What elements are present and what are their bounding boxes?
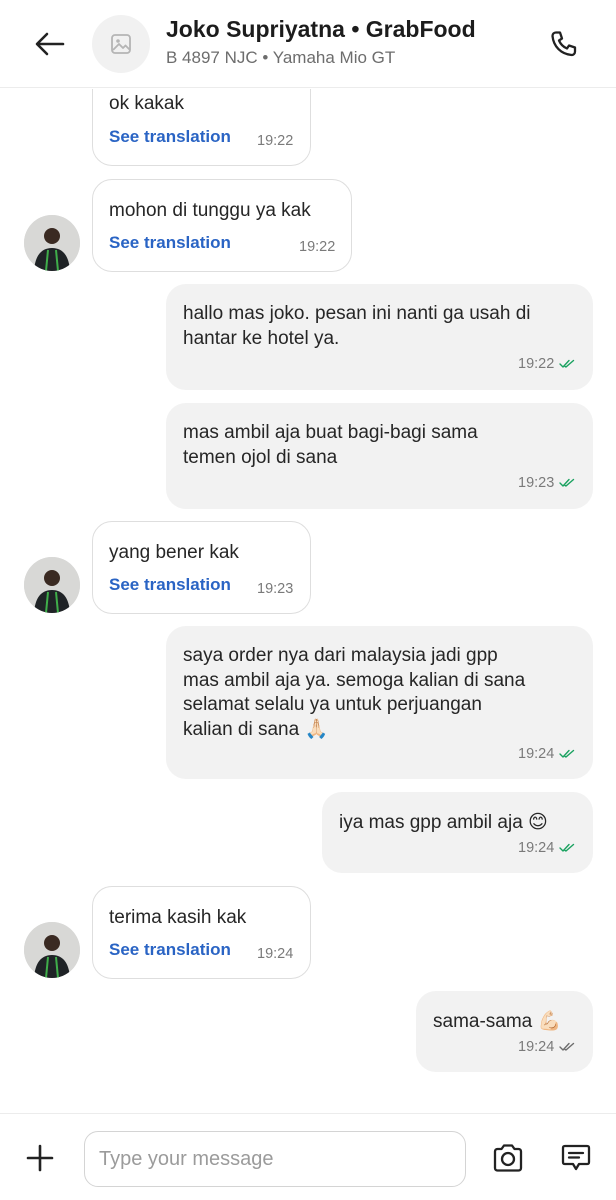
message-text-line: mas ambil aja ya. semoga kalian di sana [183, 670, 526, 691]
camera-icon [493, 1144, 523, 1172]
driver-avatar[interactable] [24, 215, 80, 271]
image-placeholder-icon [111, 34, 131, 54]
attach-button[interactable] [22, 1140, 58, 1176]
read-double-check-icon [559, 749, 575, 758]
message-time: 19:23 [257, 581, 294, 597]
message-text-line: saya order nya dari malaysia jadi gpp [183, 645, 498, 666]
message-text-line: mas ambil aja buat bagi-bagi sama [183, 422, 478, 443]
message-text: yang bener kak [109, 542, 239, 563]
message-time: 19:22 [257, 133, 294, 149]
message-input[interactable] [85, 1132, 465, 1186]
driver-photo-icon [24, 215, 80, 271]
message-text-line: hantar ke hotel ya. [183, 328, 340, 349]
message-text-line: kalian di sana 🙏🏻 [183, 719, 329, 740]
outgoing-message: sama-sama 💪🏻 19:24 [416, 991, 593, 1072]
incoming-message: ok kakak See translation 19:22 [92, 89, 311, 166]
quick-reply-button[interactable] [556, 1138, 596, 1178]
message-text: mohon di tunggu ya kak [109, 200, 311, 221]
call-button[interactable] [544, 24, 584, 64]
camera-button[interactable] [488, 1139, 528, 1177]
message-text-line: hallo mas joko. pesan ini nanti ga usah … [183, 303, 531, 324]
incoming-message: terima kasih kak See translation 19:24 [92, 886, 311, 979]
read-double-check-icon [559, 843, 575, 852]
incoming-message: yang bener kak See translation 19:23 [92, 521, 311, 614]
arrow-left-icon [35, 32, 65, 56]
message-text-line: selamat selalu ya untuk perjuangan [183, 694, 482, 715]
see-translation-link[interactable]: See translation [109, 127, 231, 147]
message-text: ok kakak [109, 93, 184, 114]
read-double-check-icon [559, 359, 575, 368]
see-translation-link[interactable]: See translation [109, 575, 231, 595]
driver-photo-icon [24, 922, 80, 978]
message-input-box[interactable] [84, 1131, 466, 1187]
see-translation-link[interactable]: See translation [109, 233, 231, 253]
message-composer [0, 1113, 616, 1200]
message-time: 19:22 [518, 356, 555, 372]
driver-avatar[interactable] [24, 557, 80, 613]
outgoing-message: mas ambil aja buat bagi-bagi sama temen … [166, 403, 593, 509]
message-time: 19:23 [518, 475, 555, 491]
contact-avatar[interactable] [92, 15, 150, 73]
contact-name: Joko Supriyatna • GrabFood [166, 16, 476, 42]
driver-avatar[interactable] [24, 922, 80, 978]
see-translation-link[interactable]: See translation [109, 940, 231, 960]
delivered-double-check-icon [559, 1042, 575, 1051]
read-double-check-icon [559, 478, 575, 487]
plus-icon [26, 1144, 54, 1172]
outgoing-message: hallo mas joko. pesan ini nanti ga usah … [166, 284, 593, 390]
chat-bubble-icon [561, 1144, 591, 1171]
message-time: 19:24 [518, 1039, 555, 1055]
outgoing-message: iya mas gpp ambil aja 😊 19:24 [322, 792, 593, 873]
back-button[interactable] [30, 26, 70, 62]
driver-photo-icon [24, 557, 80, 613]
message-text: terima kasih kak [109, 907, 247, 928]
outgoing-message: saya order nya dari malaysia jadi gpp ma… [166, 626, 593, 779]
message-time: 19:24 [257, 946, 294, 962]
message-text: iya mas gpp ambil aja 😊 [339, 812, 548, 833]
message-time: 19:22 [299, 239, 336, 255]
chat-header: Joko Supriyatna • GrabFood B 4897 NJC • … [0, 0, 616, 88]
message-text: sama-sama 💪🏻 [433, 1011, 562, 1032]
message-list[interactable]: ok kakak See translation 19:22 mohon di … [0, 89, 616, 1113]
message-time: 19:24 [518, 746, 555, 762]
message-time: 19:24 [518, 840, 555, 856]
incoming-message: mohon di tunggu ya kak See translation 1… [92, 179, 352, 272]
message-text-line: temen ojol di sana [183, 447, 338, 468]
phone-icon [551, 31, 577, 57]
vehicle-info: B 4897 NJC • Yamaha Mio GT [166, 48, 396, 67]
